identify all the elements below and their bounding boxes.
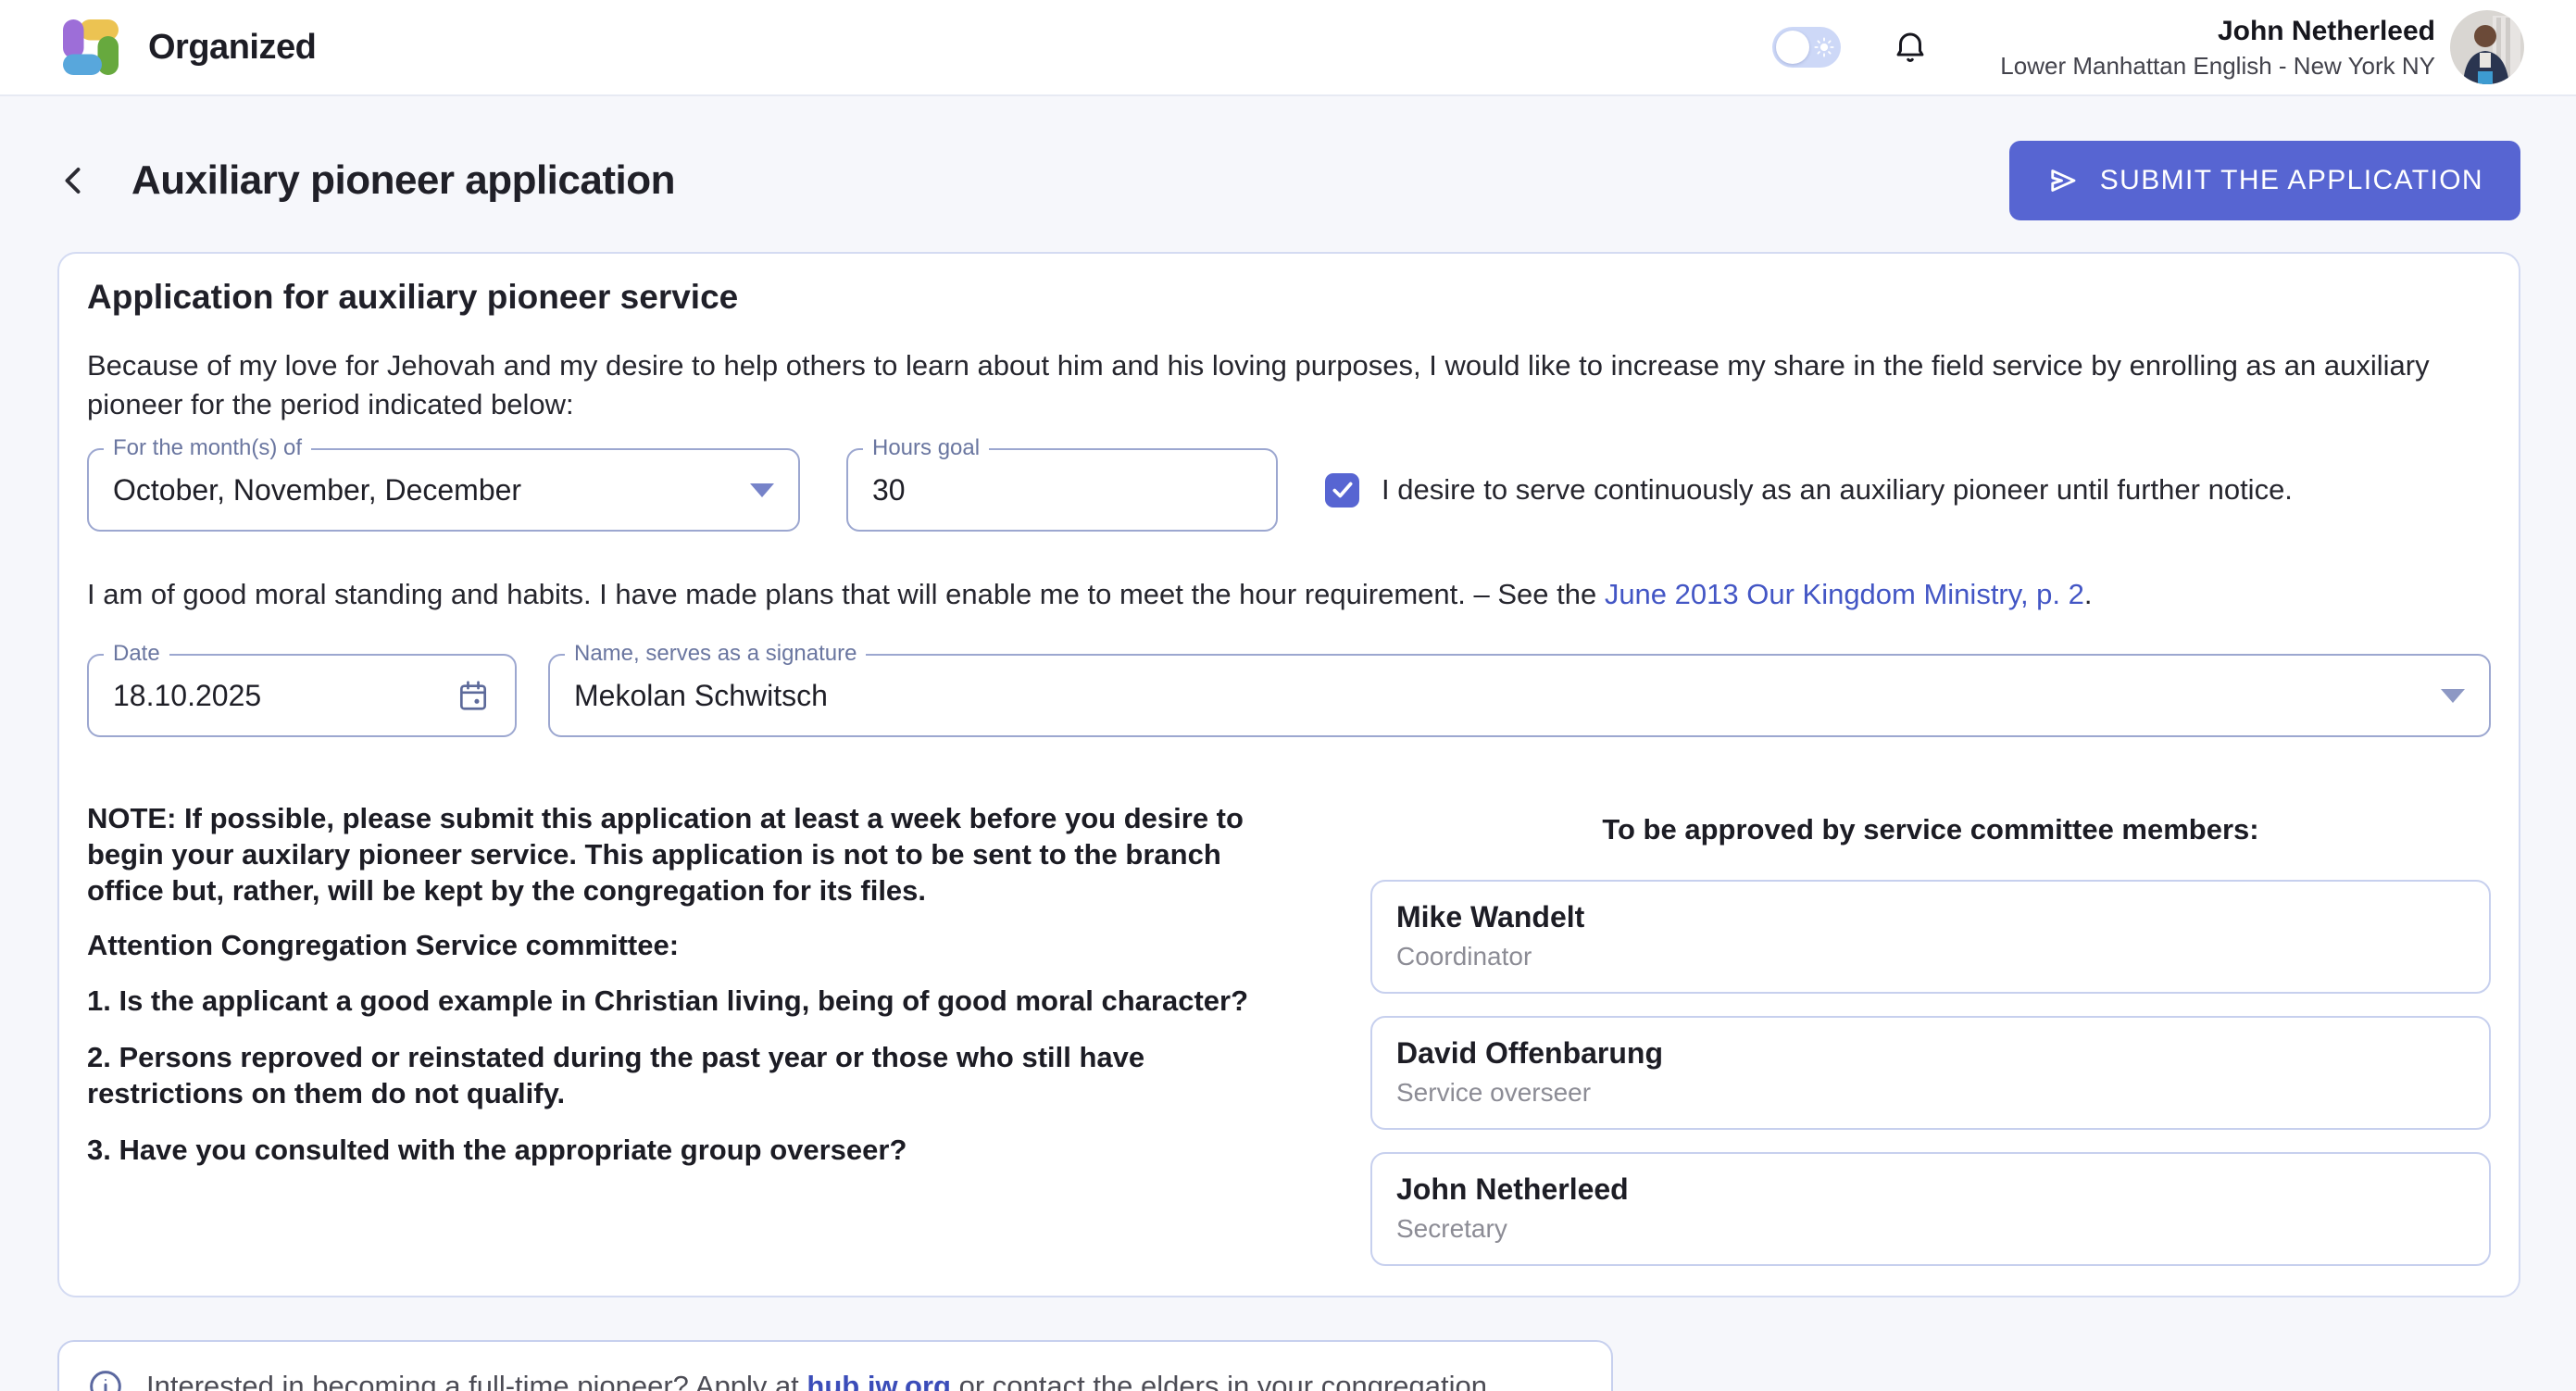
member-role: Service overseer <box>1396 1078 2465 1108</box>
committee-heading: To be approved by service committee memb… <box>1370 813 2491 846</box>
avatar-photo <box>2450 10 2524 84</box>
moral-text: I am of good moral standing and habits. … <box>87 578 1605 610</box>
submit-button-label: SUBMIT THE APPLICATION <box>2100 165 2483 196</box>
full-time-pioneer-info-box: Interested in becoming a full-time pione… <box>57 1340 1613 1391</box>
app-logo-icon <box>57 14 124 81</box>
name-signature-select[interactable]: Name, serves as a signature Mekolan Schw… <box>548 654 2491 737</box>
user-congregation: Lower Manhattan English - New York NY <box>2000 52 2435 81</box>
question-1: 1. Is the applicant a good example in Ch… <box>87 983 1282 1019</box>
user-info[interactable]: John Netherleed Lower Manhattan English … <box>2000 15 2435 81</box>
member-name: John Netherleed <box>1396 1172 2465 1207</box>
back-button[interactable] <box>57 162 91 199</box>
period-fields-row: For the month(s) of October, November, D… <box>87 448 2491 532</box>
app-header: Organized John Netherleed Lower Man <box>0 0 2576 96</box>
signature-fields-row: Date 18.10.2025 Name, serves as a signat… <box>87 654 2491 737</box>
checkmark-icon <box>1331 478 1355 502</box>
continuous-service-label[interactable]: I desire to serve continuously as an aux… <box>1382 473 2293 507</box>
app-name: Organized <box>148 28 316 68</box>
hours-goal-value: 30 <box>872 473 906 508</box>
toggle-knob-icon <box>1776 31 1809 64</box>
hours-goal-input[interactable]: Hours goal 30 <box>846 448 1278 532</box>
moral-statement: I am of good moral standing and habits. … <box>87 578 2491 611</box>
committee-member-card[interactable]: Mike Wandelt Coordinator <box>1370 880 2491 994</box>
member-name: David Offenbarung <box>1396 1036 2465 1071</box>
hours-goal-label: Hours goal <box>863 435 989 461</box>
months-select[interactable]: For the month(s) of October, November, D… <box>87 448 800 532</box>
member-name: Mike Wandelt <box>1396 900 2465 934</box>
date-label: Date <box>104 641 169 667</box>
page-title: Auxiliary pioneer application <box>131 157 675 204</box>
date-value: 18.10.2025 <box>113 679 261 713</box>
footer-text-before: Interested in becoming a full-time pione… <box>146 1370 807 1391</box>
user-name: John Netherleed <box>2000 15 2435 48</box>
kingdom-ministry-link[interactable]: June 2013 Our Kingdom Ministry, p. 2 <box>1605 578 2084 610</box>
footer-text-after: or contact the elders in your congregati… <box>951 1370 1495 1391</box>
committee-member-list: Mike Wandelt Coordinator David Offenbaru… <box>1370 880 2491 1266</box>
member-role: Coordinator <box>1396 942 2465 971</box>
submit-application-button[interactable]: SUBMIT THE APPLICATION <box>2009 141 2520 220</box>
notifications-button[interactable] <box>1891 28 1930 67</box>
months-select-label: For the month(s) of <box>104 435 311 461</box>
name-signature-label: Name, serves as a signature <box>565 641 866 667</box>
committee-column: To be approved by service committee memb… <box>1370 800 2491 1266</box>
chevron-down-icon <box>750 483 774 497</box>
question-3: 3. Have you consulted with the appropria… <box>87 1132 1282 1168</box>
committee-member-card[interactable]: John Netherleed Secretary <box>1370 1152 2491 1266</box>
sun-icon <box>1814 37 1834 57</box>
moral-text-end: . <box>2084 578 2093 610</box>
theme-toggle[interactable] <box>1772 27 1841 68</box>
user-avatar[interactable] <box>2450 10 2524 84</box>
member-role: Secretary <box>1396 1214 2465 1244</box>
footer-text: Interested in becoming a full-time pione… <box>146 1370 1495 1391</box>
page-title-row: Auxiliary pioneer application SUBMIT THE… <box>57 141 2520 220</box>
note-paragraph: NOTE: If possible, please submit this ap… <box>87 800 1282 909</box>
question-2: 2. Persons reproved or reinstated during… <box>87 1039 1282 1111</box>
months-select-value: October, November, December <box>113 473 521 508</box>
continuous-service-option: I desire to serve continuously as an aux… <box>1325 473 2293 508</box>
chevron-left-icon <box>57 162 91 199</box>
application-card: Application for auxiliary pioneer servic… <box>57 252 2520 1297</box>
send-icon <box>2046 164 2080 197</box>
notes-column: NOTE: If possible, please submit this ap… <box>87 800 1282 1266</box>
bell-icon <box>1891 28 1930 67</box>
committee-member-card[interactable]: David Offenbarung Service overseer <box>1370 1016 2491 1130</box>
info-icon <box>87 1368 124 1391</box>
continuous-service-checkbox[interactable] <box>1325 473 1359 508</box>
intro-paragraph: Because of my love for Jehovah and my de… <box>87 346 2457 424</box>
attention-heading: Attention Congregation Service committee… <box>87 927 1282 963</box>
name-signature-value: Mekolan Schwitsch <box>574 679 828 713</box>
date-input[interactable]: Date 18.10.2025 <box>87 654 517 737</box>
calendar-icon[interactable] <box>456 678 491 713</box>
chevron-down-icon <box>2441 689 2465 703</box>
card-heading: Application for auxiliary pioneer servic… <box>87 278 2491 317</box>
hub-jw-org-link[interactable]: hub.jw.org <box>807 1370 951 1391</box>
